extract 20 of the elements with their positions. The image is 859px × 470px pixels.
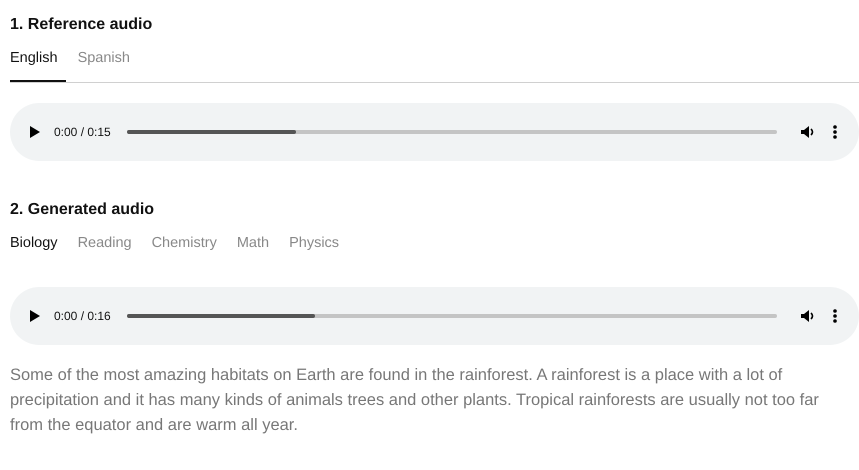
more-icon[interactable] <box>833 309 837 323</box>
tab[interactable]: Physics <box>289 233 348 267</box>
play-icon[interactable] <box>30 126 40 138</box>
time-display: 0:00 / 0:16 <box>54 309 111 323</box>
tab[interactable]: Chemistry <box>152 233 225 267</box>
volume-icon[interactable] <box>801 126 815 138</box>
tab[interactable]: Reading <box>78 233 140 267</box>
more-icon[interactable] <box>833 125 837 139</box>
play-icon[interactable] <box>30 310 40 322</box>
volume-icon[interactable] <box>801 310 815 322</box>
tab[interactable]: Biology <box>10 233 66 267</box>
tab[interactable]: Math <box>236 233 278 267</box>
description-text: Some of the most amazing habitats on Earth are found in the rainforest. A rainforest is a place with a lot of precipitation and it has many kinds of animals trees and other plants. Tropical rainforests are usually not too far from the equator and are warm all year. <box>10 365 820 436</box>
progress-track[interactable] <box>126 314 777 318</box>
tab[interactable]: English <box>10 48 66 82</box>
time-display: 0:00 / 0:15 <box>54 125 111 139</box>
tab[interactable]: Spanish <box>78 48 138 82</box>
section-title: 2. Generated audio <box>10 201 156 219</box>
section-title: 1. Reference audio <box>10 16 154 34</box>
progress-track[interactable] <box>126 130 777 134</box>
